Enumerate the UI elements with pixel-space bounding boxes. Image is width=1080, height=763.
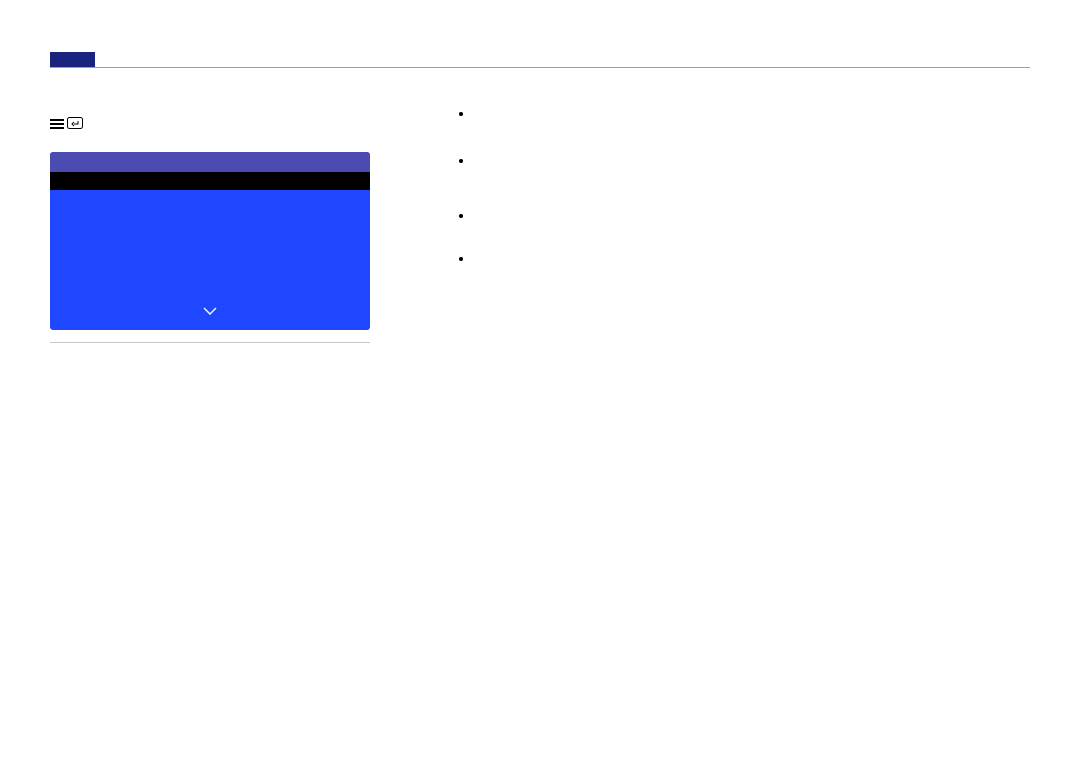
option-line-game-mode (459, 152, 1030, 163)
bullet-icon (459, 214, 463, 218)
settings-panel (50, 152, 370, 330)
breadcrumb (50, 117, 370, 132)
option-line-auto-power (459, 207, 1030, 218)
header-rule (50, 67, 1030, 68)
settings-row-auto-power[interactable] (50, 208, 370, 226)
chevron-down-icon (203, 302, 217, 319)
header-notch (50, 52, 95, 67)
menu-icon (50, 118, 64, 132)
enter-icon (67, 117, 83, 132)
settings-row-safety-lock[interactable] (50, 226, 370, 244)
settings-row-button-lock[interactable] (50, 244, 370, 262)
settings-scroll-down[interactable] (50, 298, 370, 330)
bullet-icon (459, 257, 463, 261)
settings-row-max-energy[interactable] (50, 172, 370, 190)
settings-row-standby-control[interactable] (50, 262, 370, 280)
bullet-icon (459, 112, 463, 116)
settings-panel-title (50, 152, 370, 172)
settings-row-network-standby[interactable] (50, 280, 370, 298)
option-line-safety-lock (459, 250, 1030, 261)
settings-row-game-mode[interactable] (50, 190, 370, 208)
bullet-icon (459, 159, 463, 163)
left-divider (50, 342, 370, 343)
option-line-max-energy (459, 105, 1030, 116)
